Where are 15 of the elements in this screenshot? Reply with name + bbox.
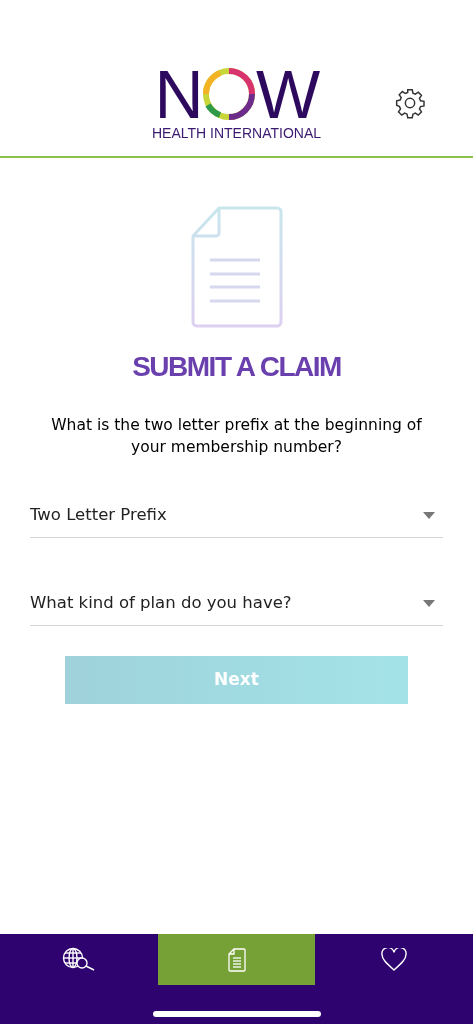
logo-letter: W <box>255 60 319 128</box>
logo-letter: N <box>154 60 202 128</box>
caret-icon <box>423 512 435 519</box>
document-icon <box>227 947 246 972</box>
settings-icon <box>394 87 426 119</box>
logo-subtitle: HEALTH INTERNATIONAL <box>151 126 322 140</box>
dropdown-select[interactable]: Two Letter Prefix <box>30 494 443 538</box>
heart-icon <box>381 947 408 972</box>
caret-icon <box>423 600 435 607</box>
page-title: SUBMIT A CLAIM <box>132 350 341 384</box>
settings-button[interactable] <box>393 86 427 120</box>
question-text: What is the two letter prefix at the beginning of your membership number? <box>50 415 423 458</box>
document-icon <box>190 206 283 328</box>
globe-search-icon <box>61 946 96 973</box>
dropdown-select[interactable]: What kind of plan do you have? <box>30 582 443 626</box>
